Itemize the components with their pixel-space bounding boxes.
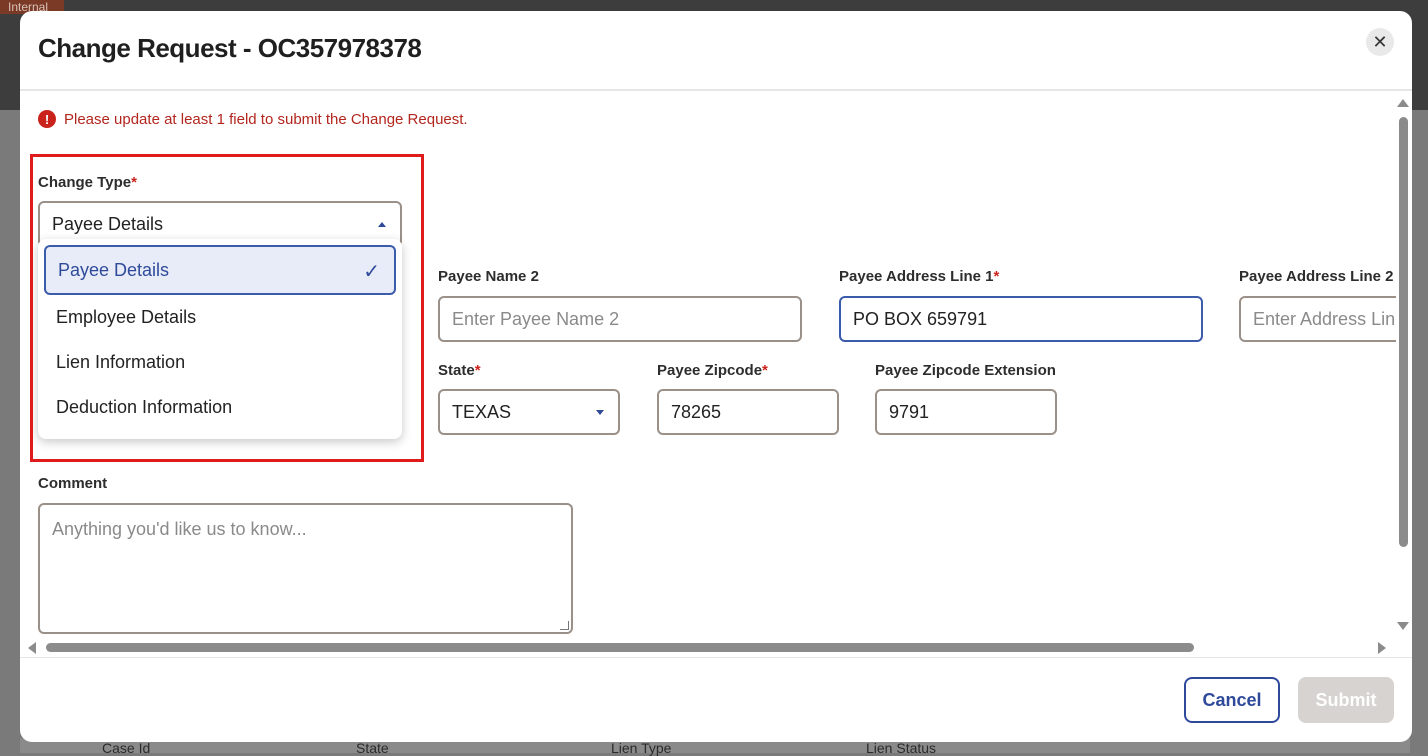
vertical-scroll-thumb[interactable] [1399,117,1408,547]
modal-body: ! Please update at least 1 field to subm… [20,91,1396,636]
resize-grip-icon[interactable] [560,621,569,630]
horizontal-scroll-thumb[interactable] [46,643,1194,652]
bg-column-state: State [356,740,389,756]
state-select[interactable]: TEXAS [438,389,620,435]
scroll-down-icon[interactable] [1397,622,1409,630]
cancel-button[interactable]: Cancel [1184,677,1280,723]
address-line-1-input[interactable]: PO BOX 659791 [839,296,1203,342]
footer-divider [20,657,1412,658]
modal-title: Change Request - OC357978378 [38,33,422,63]
state-label: State* [438,362,481,379]
annotation-highlight [30,154,424,462]
address-line-1-label: Payee Address Line 1* [839,268,1000,285]
scroll-left-icon[interactable] [28,642,36,654]
payee-name-2-label: Payee Name 2 [438,268,539,285]
change-request-modal: Change Request - OC357978378 ✕ ! Please … [20,11,1412,742]
bg-column-case-id: Case Id [102,740,151,756]
required-marker: * [474,362,481,379]
close-button[interactable]: ✕ [1366,28,1394,56]
validation-alert: ! Please update at least 1 field to subm… [38,110,468,128]
bg-column-lien-status: Lien Status [866,740,937,756]
zip-extension-input[interactable]: 9791 [875,389,1057,435]
required-marker: * [762,362,768,379]
zipcode-label: Payee Zipcode* [657,362,768,379]
alert-message: Please update at least 1 field to submit… [64,110,468,128]
address-line-2-input[interactable]: Enter Address Line 2 [1239,296,1396,342]
submit-button[interactable]: Submit [1298,677,1394,723]
address-line-2-label: Payee Address Line 2 [1239,268,1394,285]
required-marker: * [993,268,1000,285]
bg-column-lien-type: Lien Type [611,740,672,756]
zipcode-input[interactable]: 78265 [657,389,839,435]
comment-textarea[interactable]: Anything you'd like us to know... [38,503,573,634]
scroll-up-icon[interactable] [1397,99,1409,107]
comment-label: Comment [38,475,108,492]
caret-down-icon [596,410,604,415]
scroll-right-icon[interactable] [1378,642,1386,654]
close-icon: ✕ [1372,31,1388,52]
error-icon: ! [38,110,56,128]
zip-extension-label: Payee Zipcode Extension [875,362,1056,379]
payee-name-2-input[interactable]: Enter Payee Name 2 [438,296,802,342]
